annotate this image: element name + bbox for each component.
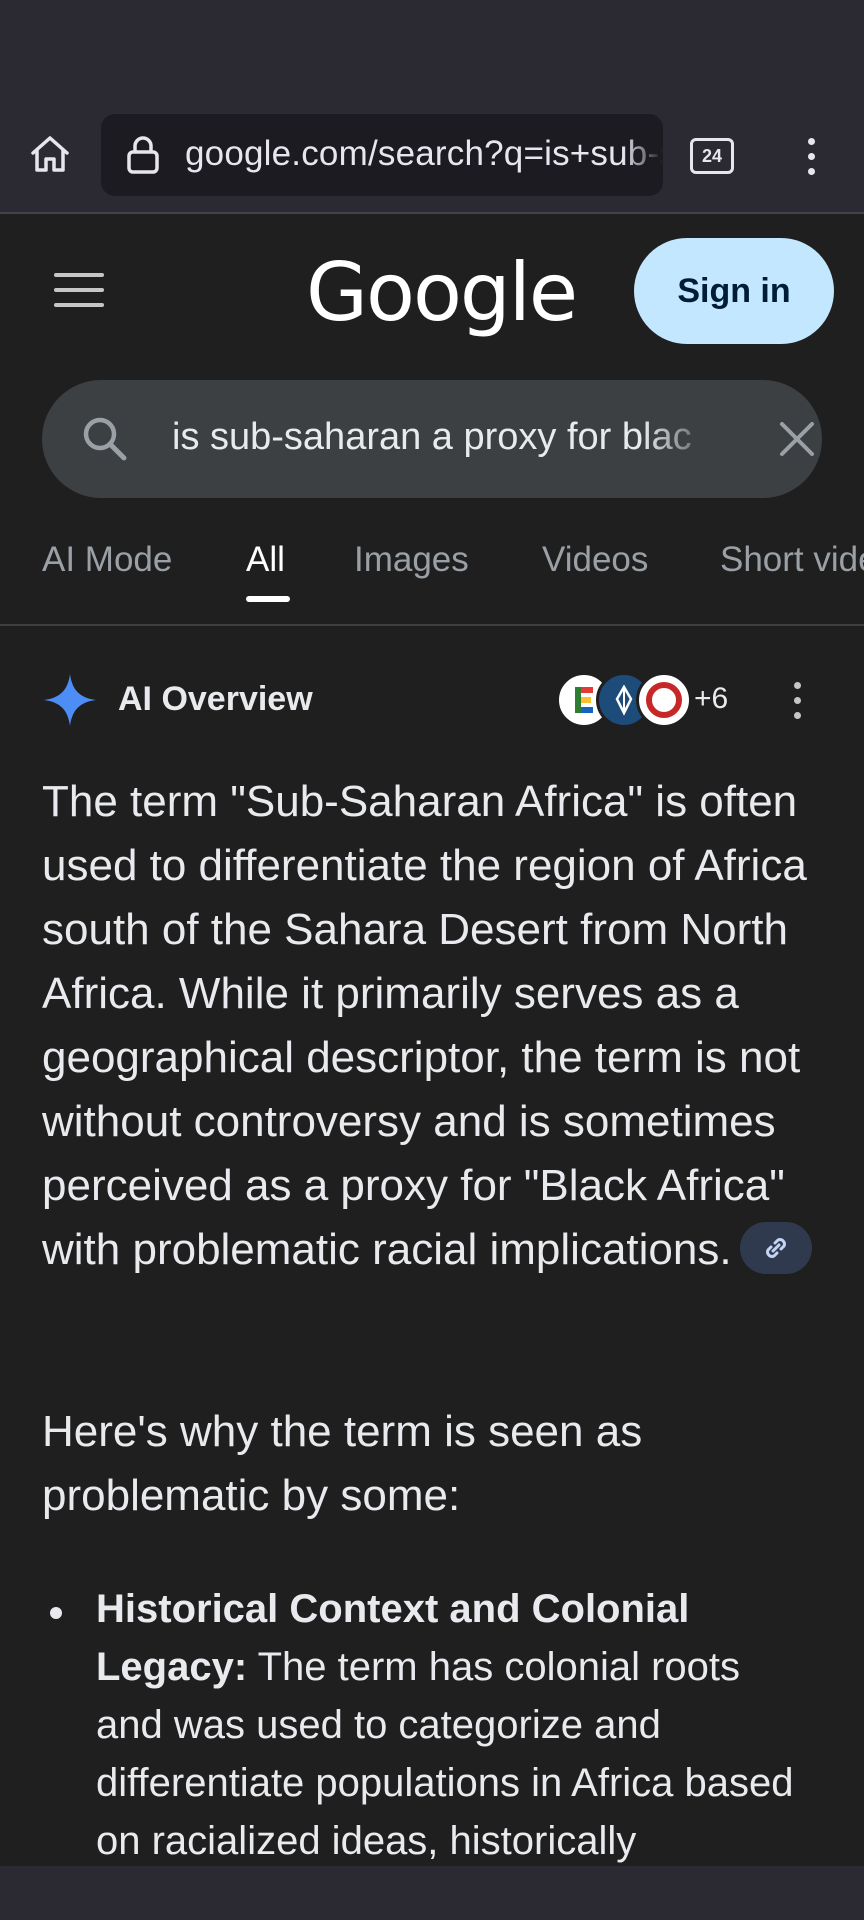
tab-short-videos[interactable]: Short videos — [720, 540, 864, 580]
google-logo[interactable]: Google — [306, 246, 578, 339]
more-vert-icon — [794, 682, 801, 689]
menu-icon-line — [54, 288, 104, 292]
search-input[interactable]: is sub-saharan a proxy for black — [172, 416, 692, 459]
more-vert-icon-dot — [794, 697, 801, 704]
more-vert-icon-dot — [794, 712, 801, 719]
ai-overview-subheading: Here's why the term is seen as problemat… — [42, 1407, 643, 1520]
list-item: Historical Context and Colonial Legacy: … — [96, 1580, 816, 1870]
source-favicon-3[interactable] — [636, 672, 692, 728]
active-tab-indicator — [246, 596, 290, 602]
search-tabs: AI Mode All Images Videos Short videos — [0, 530, 864, 626]
citation-link-button[interactable] — [739, 1222, 812, 1275]
lock-icon — [127, 136, 159, 174]
tab-switcher-button[interactable]: 24 — [690, 138, 734, 174]
tabs-divider — [0, 624, 864, 626]
home-icon — [31, 136, 69, 172]
search-box[interactable]: is sub-saharan a proxy for black — [42, 380, 822, 498]
bottom-navigation-bar — [0, 1866, 864, 1920]
source-logo-icon — [646, 682, 682, 718]
close-icon[interactable] — [774, 416, 820, 462]
url-bar[interactable]: google.com/search?q=is+sub-saharan+a+pro… — [101, 114, 663, 196]
url-fade — [623, 114, 663, 196]
tab-images[interactable]: Images — [354, 540, 469, 580]
link-icon — [765, 1238, 786, 1259]
ai-overview-title: AI Overview — [118, 680, 313, 718]
home-button[interactable] — [24, 128, 76, 180]
search-icon[interactable] — [78, 412, 132, 466]
sources-more-count[interactable]: +6 — [694, 682, 728, 716]
bullet-marker — [50, 1607, 62, 1619]
menu-icon — [54, 273, 104, 277]
menu-icon-line — [54, 303, 104, 307]
sparkle-icon — [44, 674, 96, 726]
ai-overview-paragraph: The term "Sub-Saharan Africa" is often u… — [42, 770, 842, 1282]
main-menu-button[interactable] — [54, 273, 104, 309]
more-vert-icon — [808, 138, 815, 145]
toolbar-divider — [0, 212, 864, 214]
url-text: google.com/search?q=is+sub-saharan+a+pro… — [185, 134, 663, 173]
tab-videos[interactable]: Videos — [542, 540, 648, 580]
source-avatars[interactable] — [556, 668, 696, 732]
browser-menu-button[interactable] — [796, 132, 826, 180]
ai-overview-menu-button[interactable] — [790, 680, 804, 722]
tab-ai-mode[interactable]: AI Mode — [42, 540, 172, 580]
tab-all[interactable]: All — [246, 540, 285, 580]
paragraph-text: The term "Sub-Saharan Africa" is often u… — [42, 777, 807, 1274]
sign-in-button[interactable]: Sign in — [634, 238, 834, 344]
search-fade — [642, 380, 732, 498]
more-vert-icon-dot — [808, 168, 815, 175]
more-vert-icon-dot — [808, 153, 815, 160]
